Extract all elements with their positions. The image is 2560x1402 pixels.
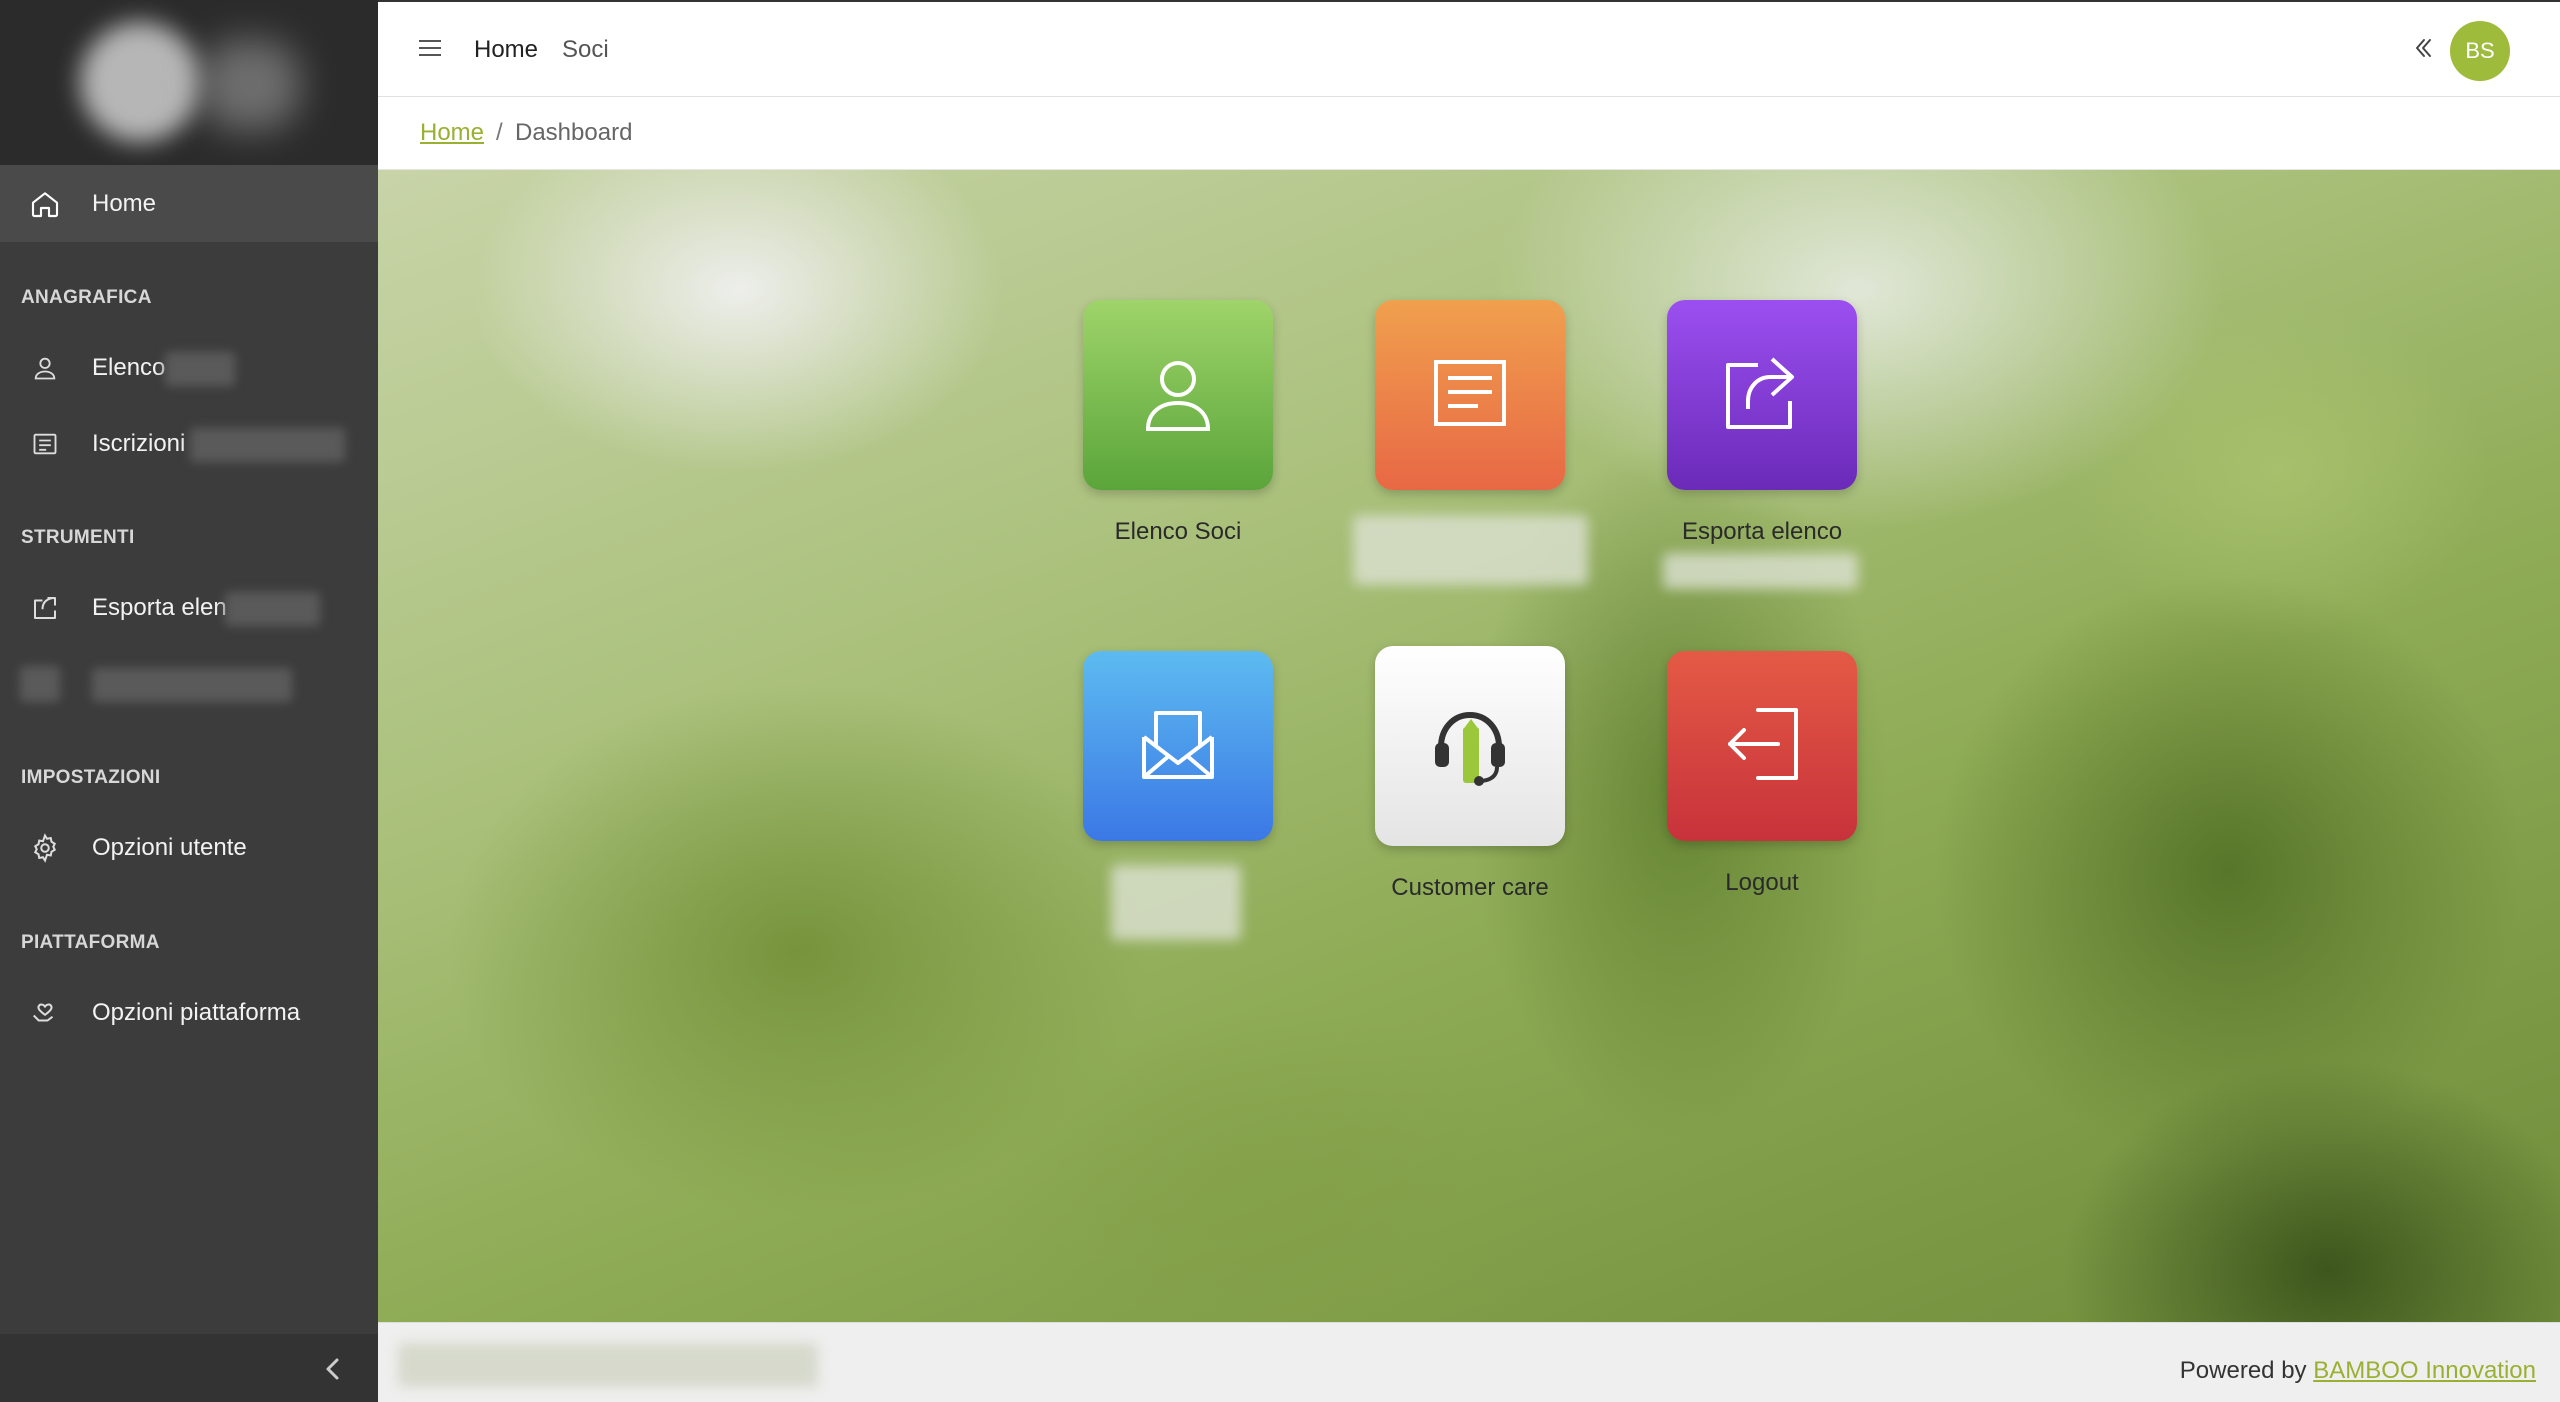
tile-esporta-elenco[interactable] — [1667, 300, 1857, 490]
topbar: Home Soci BS — [378, 0, 2560, 97]
home-icon — [28, 187, 62, 221]
breadcrumb-home-link[interactable]: Home — [420, 119, 484, 147]
avatar[interactable]: BS — [2450, 21, 2510, 81]
tile-label[interactable]: Customer care — [1340, 874, 1600, 902]
tile-iscrizioni[interactable] — [1375, 300, 1565, 490]
breadcrumb: Home / Dashboard — [378, 97, 2560, 170]
section-title-anagrafica: ANAGRAFICA — [21, 287, 152, 308]
tile-logout[interactable] — [1667, 651, 1857, 841]
tile-label[interactable]: Logout — [1632, 869, 1892, 897]
dashboard-background: Elenco Soci Esporta elenco Customer care… — [378, 170, 2560, 1322]
sidebar-item-label: Opzioni utente — [92, 834, 247, 861]
powered-by: Powered by BAMBOO Innovation — [2180, 1357, 2536, 1385]
sidebar-item-label: Opzioni piattaforma — [92, 999, 301, 1026]
brand-logo[interactable] — [0, 0, 378, 165]
share-icon — [1722, 353, 1802, 438]
section-title-impostazioni: IMPOSTAZIONI — [21, 767, 161, 788]
double-chevron-left-icon[interactable] — [2412, 34, 2436, 62]
logout-icon — [1722, 704, 1802, 789]
brand-link[interactable]: BAMBOO Innovation — [2313, 1357, 2536, 1384]
section-title-piattaforma: PIATTAFORMA — [21, 932, 160, 953]
powered-by-label: Powered by — [2179, 1357, 2307, 1384]
sidebar-item-elenco[interactable]: Elenco — [0, 338, 378, 398]
sidebar-item-redacted[interactable] — [0, 654, 378, 714]
headset-icon — [1425, 699, 1515, 794]
sidebar: Home ANAGRAFICA Elenco Iscrizioni STRUME… — [0, 0, 378, 1402]
tile-messaggi[interactable] — [1083, 651, 1273, 841]
chevron-left-icon[interactable] — [318, 1354, 348, 1384]
section-title-strumenti: STRUMENTI — [21, 527, 135, 548]
sidebar-item-home[interactable]: Home — [0, 165, 378, 242]
user-icon — [1142, 353, 1214, 438]
sidebar-item-label: Iscrizioni — [92, 430, 186, 457]
tile-label[interactable]: Esporta elenco — [1632, 518, 1892, 546]
sidebar-item-label: Elenco — [92, 354, 166, 381]
sidebar-item-opzioni-utente[interactable]: Opzioni utente — [0, 818, 378, 878]
tile-label[interactable]: Elenco Soci — [1048, 518, 1308, 546]
footer: Powered by BAMBOO Innovation — [378, 1322, 2560, 1402]
share-icon — [28, 591, 62, 625]
sidebar-item-label: Esporta elen — [92, 594, 227, 621]
hamburger-menu-icon[interactable] — [416, 34, 446, 64]
tile-elenco-soci[interactable] — [1083, 300, 1273, 490]
sidebar-item-opzioni-piattaforma[interactable]: Opzioni piattaforma — [0, 983, 378, 1043]
sidebar-item-esporta[interactable]: Esporta elen — [0, 578, 378, 638]
sidebar-item-iscrizioni[interactable]: Iscrizioni — [0, 414, 378, 474]
topbar-link-home[interactable]: Home — [474, 36, 538, 64]
envelope-open-icon — [1138, 707, 1218, 786]
breadcrumb-separator: / — [496, 119, 503, 146]
sidebar-item-label: Home — [92, 189, 157, 217]
document-icon — [1432, 358, 1508, 433]
hand-heart-icon — [28, 996, 62, 1030]
tile-customer-care[interactable] — [1375, 646, 1565, 846]
list-icon — [28, 427, 62, 461]
user-icon — [28, 351, 62, 385]
breadcrumb-current: Dashboard — [515, 119, 633, 146]
sidebar-footer — [0, 1334, 378, 1402]
topbar-link-soci[interactable]: Soci — [562, 36, 609, 64]
gear-icon — [28, 831, 62, 865]
